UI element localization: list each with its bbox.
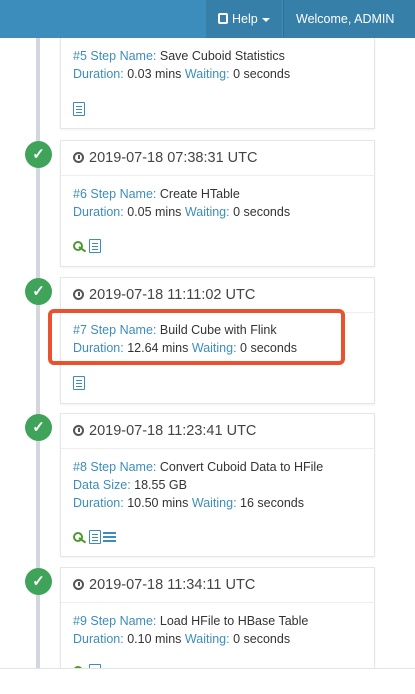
duration-label: Duration: [73, 67, 124, 81]
duration-line: Duration: 0.05 mins Waiting: 0 seconds [73, 203, 290, 221]
waiting-value: 0 seconds [233, 67, 291, 81]
step-timestamp: 2019-07-18 07:38:31 UTC [61, 141, 374, 176]
duration-value: 0.05 mins [127, 205, 182, 219]
clock-icon [73, 289, 84, 300]
success-check-icon: ✓ [25, 278, 52, 305]
help-label: Help [232, 12, 258, 26]
step-card-8: 2019-07-18 11:23:41 UTC #8 Step Name: Co… [60, 413, 375, 557]
key-icon[interactable] [73, 530, 87, 544]
step-actions [73, 529, 118, 545]
step-name-line: #8 Step Name: Convert Cuboid Data to HFi… [73, 458, 323, 476]
success-check-icon: ✓ [25, 414, 52, 441]
duration-label: Duration: [73, 496, 124, 510]
book-icon [218, 13, 228, 24]
highlight-box [48, 309, 345, 365]
waiting-value: 0 seconds [233, 632, 291, 646]
step-card-6: 2019-07-18 07:38:31 UTC #6 Step Name: Cr… [60, 140, 375, 267]
step-actions [73, 375, 87, 391]
clock-icon [73, 152, 84, 163]
help-menu[interactable]: Help [206, 0, 282, 38]
document-icon[interactable] [89, 529, 101, 544]
success-check-icon: ✓ [25, 568, 52, 595]
top-navbar: Help Welcome, ADMIN [0, 0, 415, 60]
duration-line: Duration: 10.50 mins Waiting: 16 seconds [73, 494, 304, 512]
timestamp-text: 2019-07-18 11:34:11 UTC [89, 577, 256, 593]
key-icon[interactable] [73, 239, 87, 253]
document-icon[interactable] [89, 238, 101, 253]
step-timestamp: 2019-07-18 11:11:02 UTC [61, 278, 374, 313]
user-menu[interactable]: Welcome, ADMIN [283, 0, 415, 60]
bottom-bar [0, 668, 415, 694]
duration-line: Duration: 0.10 mins Waiting: 0 seconds [73, 630, 290, 648]
step-actions [73, 101, 87, 117]
waiting-label: Waiting: [184, 632, 230, 646]
step-name-label: #6 Step Name: [73, 187, 157, 201]
step-name-label: #8 Step Name: [73, 460, 157, 474]
timestamp-text: 2019-07-18 11:11:02 UTC [89, 287, 256, 303]
waiting-value: 0 seconds [233, 205, 291, 219]
clock-icon [73, 425, 84, 436]
step-name-value: Load HFile to HBase Table [159, 614, 309, 628]
list-icon[interactable] [103, 531, 116, 543]
step-name-line: #6 Step Name: Create HTable [73, 185, 240, 203]
step-card-9: 2019-07-18 11:34:11 UTC #9 Step Name: Lo… [60, 567, 375, 679]
step-actions [73, 238, 103, 254]
step-timestamp: 2019-07-18 11:23:41 UTC [61, 414, 374, 449]
step-name-value: Save Cuboid Statistics [159, 49, 285, 63]
step-name-line: #5 Step Name: Save Cuboid Statistics [73, 47, 285, 65]
waiting-label: Waiting: [184, 205, 230, 219]
waiting-label: Waiting: [191, 496, 237, 510]
step-name-line: #9 Step Name: Load HFile to HBase Table [73, 612, 308, 630]
success-check-icon: ✓ [25, 141, 52, 168]
step-name-value: Create HTable [159, 187, 240, 201]
duration-value: 0.10 mins [127, 632, 182, 646]
step-name-label: #9 Step Name: [73, 614, 157, 628]
duration-label: Duration: [73, 205, 124, 219]
data-size-label: Data Size: [73, 478, 131, 492]
step-name-value: Convert Cuboid Data to HFile [159, 460, 324, 474]
waiting-value: 16 seconds [240, 496, 304, 510]
waiting-label: Waiting: [184, 67, 230, 81]
caret-down-icon [261, 17, 270, 22]
data-size-value: 18.55 GB [134, 478, 187, 492]
duration-value: 0.03 mins [127, 67, 182, 81]
step-card-5: #5 Step Name: Save Cuboid Statistics Dur… [60, 38, 375, 129]
timestamp-text: 2019-07-18 07:38:31 UTC [89, 150, 258, 166]
duration-line: Duration: 0.03 mins Waiting: 0 seconds [73, 65, 290, 83]
document-icon[interactable] [73, 101, 85, 116]
duration-value: 10.50 mins [127, 496, 189, 510]
data-size-line: Data Size: 18.55 GB [73, 476, 187, 494]
step-timestamp: 2019-07-18 11:34:11 UTC [61, 568, 374, 603]
clock-icon [73, 579, 84, 590]
document-icon[interactable] [73, 375, 85, 390]
step-name-label: #5 Step Name: [73, 49, 157, 63]
timestamp-text: 2019-07-18 11:23:41 UTC [89, 423, 257, 439]
duration-label: Duration: [73, 632, 124, 646]
welcome-label: Welcome, ADMIN [296, 12, 395, 26]
